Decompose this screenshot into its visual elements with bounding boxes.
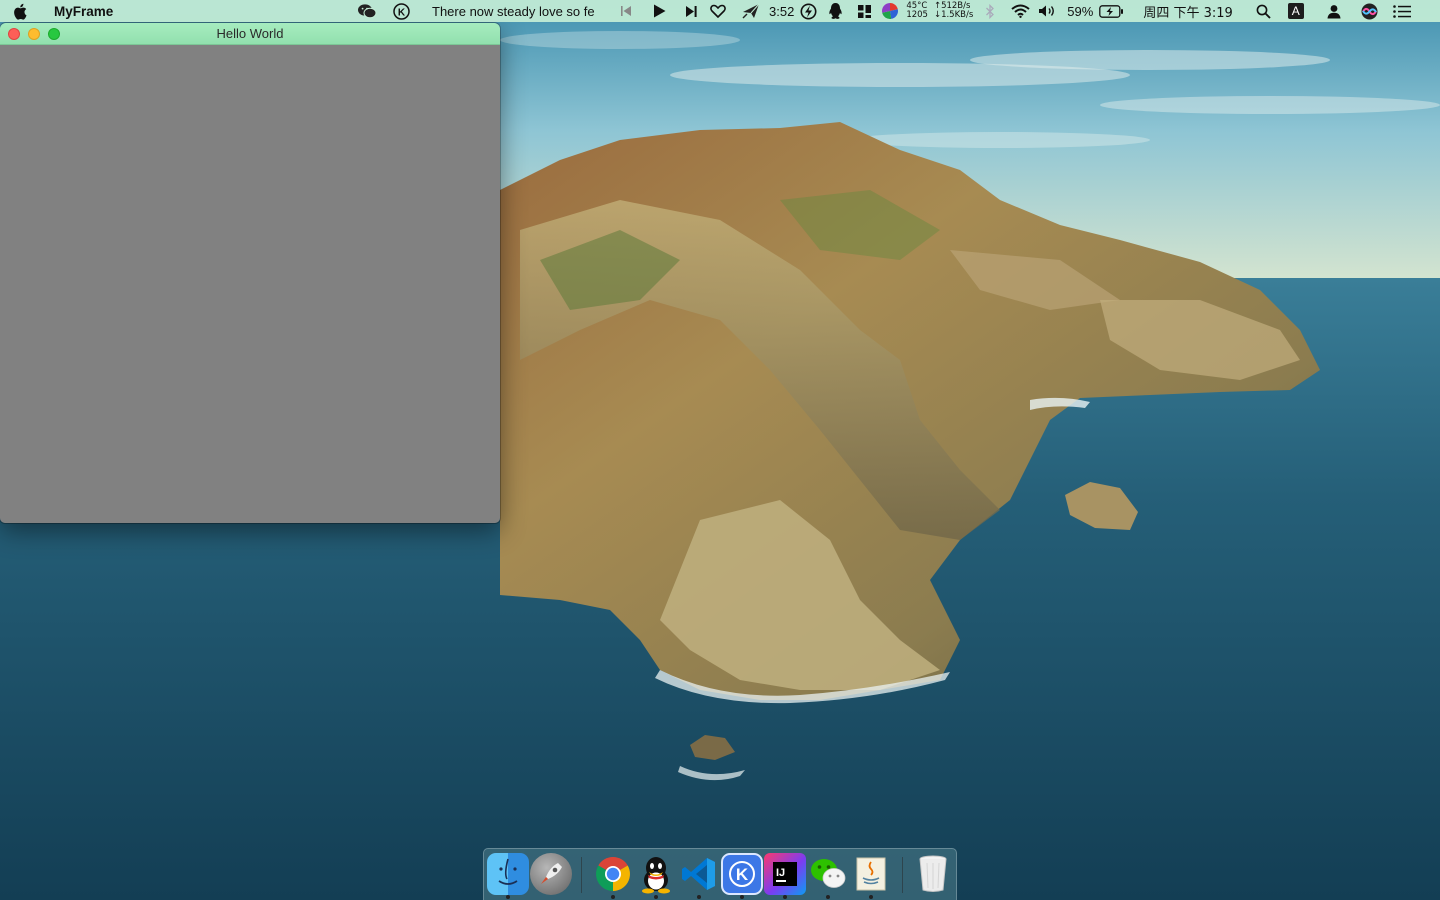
chrome-icon[interactable] xyxy=(592,853,634,895)
finder-icon[interactable] xyxy=(487,853,529,895)
wechat-running-indicator xyxy=(826,895,830,899)
hello-world-window[interactable]: Hello World xyxy=(0,23,500,523)
intellij-idea-icon[interactable]: IJ xyxy=(764,853,806,895)
vscode-icon[interactable] xyxy=(678,853,720,895)
wifi-icon[interactable] xyxy=(1010,0,1030,22)
intellij-running-indicator xyxy=(783,895,787,899)
java-running-indicator xyxy=(869,895,873,899)
svg-text:K: K xyxy=(397,7,405,18)
dock: K IJ xyxy=(483,848,957,900)
battery-icon[interactable] xyxy=(1098,0,1124,22)
keka-icon[interactable]: K xyxy=(721,853,763,895)
user-icon[interactable] xyxy=(1325,0,1343,22)
qq-running-indicator xyxy=(654,895,658,899)
network-stats[interactable]: ↑512B/s ↓1.5KB/s xyxy=(934,2,973,20)
vscode-running-indicator xyxy=(697,895,701,899)
wechat-icon[interactable] xyxy=(355,0,379,22)
chrome-running-indicator xyxy=(611,895,615,899)
grid-icon[interactable] xyxy=(855,0,873,22)
search-icon[interactable] xyxy=(1255,0,1273,22)
menu-bar: MyFrame K There now steady love so fe 3:… xyxy=(0,0,1440,22)
dock-separator xyxy=(581,857,582,893)
k-icon[interactable]: K xyxy=(390,0,412,22)
input-method-indicator[interactable]: A xyxy=(1287,0,1305,22)
keka-running-indicator xyxy=(740,895,744,899)
apple-icon[interactable] xyxy=(0,0,40,22)
fan-speed-text: 1205 xyxy=(906,10,928,20)
volume-icon[interactable] xyxy=(1037,0,1057,22)
date-time-text[interactable]: 周四 下午 3:19 xyxy=(1143,2,1232,21)
control-center-icon[interactable] xyxy=(1392,0,1412,22)
heart-icon[interactable] xyxy=(709,0,727,22)
wechat-app-icon[interactable] xyxy=(807,853,849,895)
previous-track-icon[interactable] xyxy=(618,0,634,22)
status-area: K There now steady love so fe 3:52 45°C … xyxy=(355,0,1412,22)
window-titlebar[interactable]: Hello World xyxy=(0,23,500,45)
color-wheel-icon[interactable] xyxy=(880,0,900,22)
launchpad-icon[interactable] xyxy=(530,853,572,895)
dock-separator-trash xyxy=(902,857,903,893)
download-speed-text: ↓1.5KB/s xyxy=(933,10,974,20)
bluetooth-icon[interactable] xyxy=(982,0,998,22)
lightning-icon[interactable] xyxy=(798,0,818,22)
trash-icon[interactable] xyxy=(912,853,954,895)
battery-percent-text[interactable]: 59% xyxy=(1067,4,1093,19)
siri-icon[interactable] xyxy=(1360,0,1380,22)
now-playing-text[interactable]: There now steady love so fe xyxy=(432,4,602,19)
svg-text:K: K xyxy=(736,865,749,884)
qq-app-icon[interactable] xyxy=(635,853,677,895)
next-track-icon[interactable] xyxy=(683,0,699,22)
timer-text[interactable]: 3:52 xyxy=(769,4,794,19)
send-icon[interactable] xyxy=(741,0,761,22)
input-method-label: A xyxy=(1287,3,1304,19)
app-name-menu[interactable]: MyFrame xyxy=(54,4,113,19)
window-title: Hello World xyxy=(216,26,284,41)
svg-text:IJ: IJ xyxy=(776,867,785,879)
play-icon[interactable] xyxy=(651,0,667,22)
qq-icon[interactable] xyxy=(825,0,845,22)
sensor-stats[interactable]: 45°C 1205 xyxy=(906,2,928,20)
finder-running-indicator xyxy=(506,895,510,899)
window-content-area[interactable] xyxy=(0,45,500,523)
java-icon[interactable] xyxy=(850,853,892,895)
